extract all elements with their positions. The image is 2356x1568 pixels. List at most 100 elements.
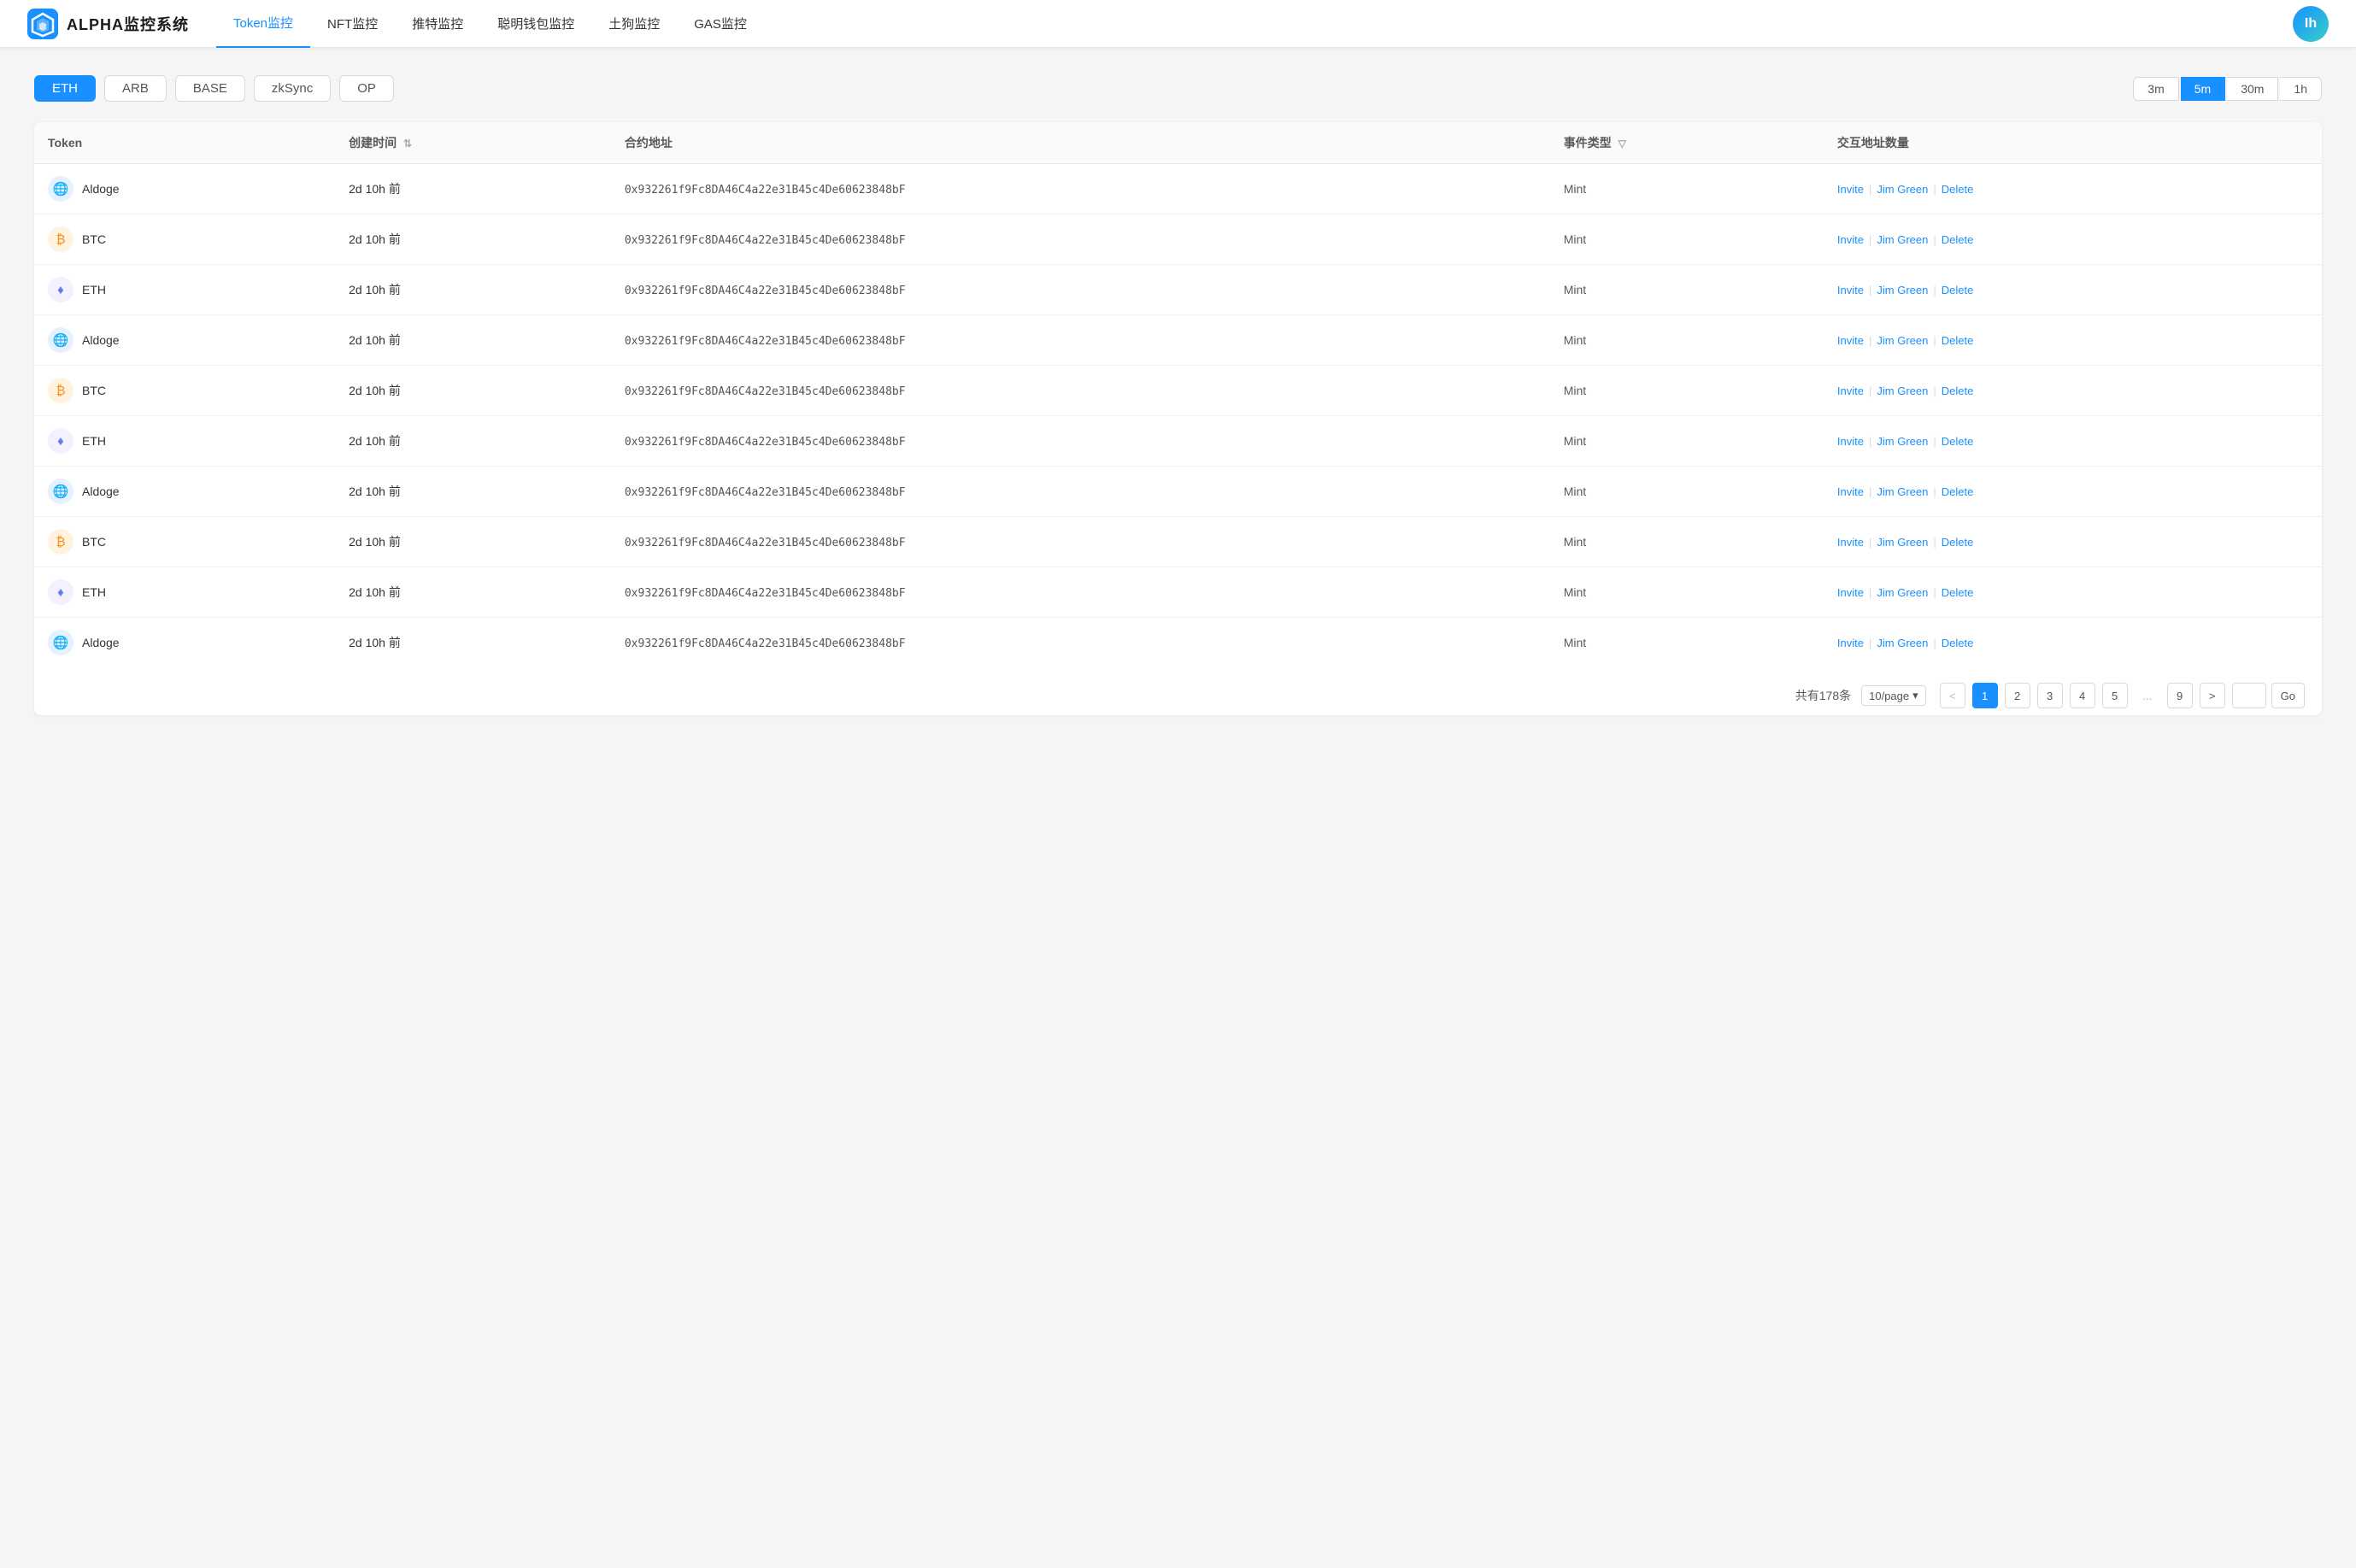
page-btn-1[interactable]: 1	[1972, 683, 1998, 708]
event-type-cell-8: Mint	[1550, 567, 1824, 618]
invite-btn-6[interactable]: Invite	[1837, 485, 1864, 498]
data-table-wrap: Token 创建时间 ⇅ 合约地址 事件类型 ▽ 交互地址数量	[34, 122, 2322, 715]
token-name-3: Aldoge	[82, 333, 120, 347]
time-btn-5m[interactable]: 5m	[2181, 77, 2225, 101]
invite-btn-1[interactable]: Invite	[1837, 233, 1864, 246]
chain-tabs: ETH ARB BASE zkSync OP	[34, 75, 394, 102]
delete-btn-6[interactable]: Delete	[1942, 485, 1974, 498]
page-btn-4[interactable]: 4	[2070, 683, 2095, 708]
jimgreen-btn-2[interactable]: Jim Green	[1877, 284, 1928, 297]
nav-item-nft[interactable]: NFT监控	[310, 0, 395, 48]
delete-btn-8[interactable]: Delete	[1942, 586, 1974, 599]
go-page-input[interactable]	[2232, 683, 2266, 708]
jimgreen-btn-3[interactable]: Jim Green	[1877, 334, 1928, 347]
delete-btn-0[interactable]: Delete	[1942, 183, 1974, 196]
page-btn-5[interactable]: 5	[2102, 683, 2128, 708]
token-cell-3: 🌐 Aldoge	[34, 315, 335, 366]
sep2-6: |	[1933, 485, 1936, 498]
page-btn-last[interactable]: 9	[2167, 683, 2193, 708]
delete-btn-9[interactable]: Delete	[1942, 637, 1974, 649]
col-header-actions: 交互地址数量	[1824, 122, 2322, 164]
time-btn-1h[interactable]: 1h	[2280, 77, 2322, 101]
invite-btn-9[interactable]: Invite	[1837, 637, 1864, 649]
contract-cell-1: 0x932261f9Fc8DA46C4a22e31B45c4De60623848…	[611, 214, 1550, 265]
table-row: ₿ BTC 2d 10h 前 0x932261f9Fc8DA46C4a22e31…	[34, 214, 2322, 265]
invite-btn-0[interactable]: Invite	[1837, 183, 1864, 196]
nav-item-gas[interactable]: GAS监控	[677, 0, 764, 48]
chain-btn-op[interactable]: OP	[339, 75, 394, 102]
chain-btn-eth[interactable]: ETH	[34, 75, 96, 102]
chain-btn-arb[interactable]: ARB	[104, 75, 167, 102]
table-row: ♦ ETH 2d 10h 前 0x932261f9Fc8DA46C4a22e31…	[34, 265, 2322, 315]
jimgreen-btn-8[interactable]: Jim Green	[1877, 586, 1928, 599]
page-btn-2[interactable]: 2	[2005, 683, 2030, 708]
jimgreen-btn-7[interactable]: Jim Green	[1877, 536, 1928, 549]
jimgreen-btn-5[interactable]: Jim Green	[1877, 435, 1928, 448]
invite-btn-8[interactable]: Invite	[1837, 586, 1864, 599]
actions-cell-0: Invite | Jim Green | Delete	[1824, 164, 2322, 214]
invite-btn-7[interactable]: Invite	[1837, 536, 1864, 549]
jimgreen-btn-6[interactable]: Jim Green	[1877, 485, 1928, 498]
nav-item-wallet[interactable]: 聪明钱包监控	[480, 0, 591, 48]
created-time-cell-4: 2d 10h 前	[335, 366, 611, 416]
actions-cell-1: Invite | Jim Green | Delete	[1824, 214, 2322, 265]
token-name-1: BTC	[82, 232, 106, 246]
nav-item-token[interactable]: Token监控	[216, 0, 310, 48]
contract-cell-6: 0x932261f9Fc8DA46C4a22e31B45c4De60623848…	[611, 467, 1550, 517]
sep1-5: |	[1869, 435, 1871, 448]
invite-btn-2[interactable]: Invite	[1837, 284, 1864, 297]
sep1-9: |	[1869, 637, 1871, 649]
invite-btn-5[interactable]: Invite	[1837, 435, 1864, 448]
invite-btn-3[interactable]: Invite	[1837, 334, 1864, 347]
actions-cell-3: Invite | Jim Green | Delete	[1824, 315, 2322, 366]
time-btn-3m[interactable]: 3m	[2133, 77, 2178, 101]
filter-icon[interactable]: ▽	[1619, 138, 1626, 150]
delete-btn-4[interactable]: Delete	[1942, 385, 1974, 397]
delete-btn-2[interactable]: Delete	[1942, 284, 1974, 297]
delete-btn-3[interactable]: Delete	[1942, 334, 1974, 347]
page-size-select[interactable]: 10/page ▾	[1861, 685, 1926, 706]
token-cell-2: ♦ ETH	[34, 265, 335, 315]
jimgreen-btn-4[interactable]: Jim Green	[1877, 385, 1928, 397]
time-tabs: 3m 5m 30m 1h	[2133, 77, 2322, 101]
table-row: 🌐 Aldoge 2d 10h 前 0x932261f9Fc8DA46C4a22…	[34, 315, 2322, 366]
token-icon-7: ₿	[48, 529, 73, 555]
contract-cell-8: 0x932261f9Fc8DA46C4a22e31B45c4De60623848…	[611, 567, 1550, 618]
jimgreen-btn-1[interactable]: Jim Green	[1877, 233, 1928, 246]
delete-btn-7[interactable]: Delete	[1942, 536, 1974, 549]
table-row: 🌐 Aldoge 2d 10h 前 0x932261f9Fc8DA46C4a22…	[34, 164, 2322, 214]
prev-page-btn[interactable]: <	[1940, 683, 1965, 708]
chain-btn-zksync[interactable]: zkSync	[254, 75, 331, 102]
token-icon-2: ♦	[48, 277, 73, 302]
token-icon-1: ₿	[48, 226, 73, 252]
sep1-1: |	[1869, 233, 1871, 246]
time-btn-30m[interactable]: 30m	[2227, 77, 2278, 101]
nav-item-tugo[interactable]: 土狗监控	[591, 0, 677, 48]
avatar[interactable]: Ih	[2293, 6, 2329, 42]
token-cell-9: 🌐 Aldoge	[34, 618, 335, 668]
token-name-4: BTC	[82, 384, 106, 397]
invite-btn-4[interactable]: Invite	[1837, 385, 1864, 397]
jimgreen-btn-0[interactable]: Jim Green	[1877, 183, 1928, 196]
table-row: ♦ ETH 2d 10h 前 0x932261f9Fc8DA46C4a22e31…	[34, 416, 2322, 467]
data-table: Token 创建时间 ⇅ 合约地址 事件类型 ▽ 交互地址数量	[34, 122, 2322, 667]
delete-btn-1[interactable]: Delete	[1942, 233, 1974, 246]
jimgreen-btn-9[interactable]: Jim Green	[1877, 637, 1928, 649]
sep2-0: |	[1933, 183, 1936, 196]
actions-cell-9: Invite | Jim Green | Delete	[1824, 618, 2322, 668]
table-body: 🌐 Aldoge 2d 10h 前 0x932261f9Fc8DA46C4a22…	[34, 164, 2322, 668]
sep1-0: |	[1869, 183, 1871, 196]
filter-bar: ETH ARB BASE zkSync OP 3m 5m 30m 1h	[34, 75, 2322, 102]
event-type-cell-1: Mint	[1550, 214, 1824, 265]
sort-icon[interactable]: ⇅	[403, 138, 412, 150]
token-name-0: Aldoge	[82, 182, 120, 196]
go-page-btn[interactable]: Go	[2271, 683, 2305, 708]
chain-btn-base[interactable]: BASE	[175, 75, 245, 102]
col-header-token: Token	[34, 122, 335, 164]
delete-btn-5[interactable]: Delete	[1942, 435, 1974, 448]
next-page-btn[interactable]: >	[2200, 683, 2225, 708]
actions-cell-7: Invite | Jim Green | Delete	[1824, 517, 2322, 567]
nav-item-twitter[interactable]: 推特监控	[395, 0, 480, 48]
page-btn-3[interactable]: 3	[2037, 683, 2063, 708]
event-type-cell-0: Mint	[1550, 164, 1824, 214]
